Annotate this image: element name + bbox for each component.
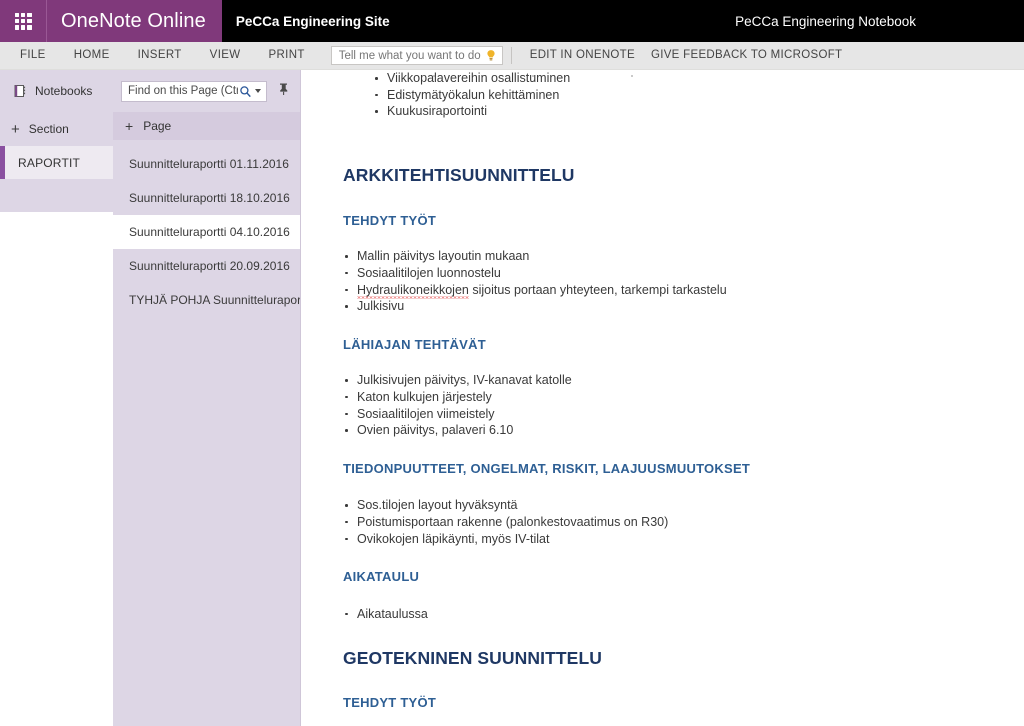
tab-home[interactable]: HOME xyxy=(60,42,124,69)
lightbulb-icon xyxy=(485,49,498,63)
list-item: Sos.tilojen layout hyväksyntä xyxy=(343,497,1024,514)
pages-pane: Find on this Page (Ctrl+ + Page Suunnitt… xyxy=(113,70,301,726)
list-item[interactable]: Suunnitteluraportti 20.09.2016 xyxy=(113,249,300,283)
sections-pane: Notebooks + Section RAPORTIT xyxy=(0,70,113,726)
tab-view[interactable]: VIEW xyxy=(196,42,255,69)
list-item: Poistumisportaan rakenne (palonkestovaat… xyxy=(343,514,1024,531)
pin-icon xyxy=(277,82,290,101)
list-item[interactable]: Suunnitteluraportti 18.10.2016 xyxy=(113,181,300,215)
workspace: Notebooks + Section RAPORTIT Find on thi… xyxy=(0,70,1024,726)
plus-icon: + xyxy=(11,120,20,138)
tab-print[interactable]: PRINT xyxy=(254,42,318,69)
bullet-list-tiedonpuutteet[interactable]: Sos.tilojen layout hyväksyntä Poistumisp… xyxy=(343,497,1024,547)
notebooks-button[interactable]: Notebooks xyxy=(0,70,113,112)
site-title: PeCCa Engineering Site xyxy=(235,13,390,29)
tell-me-input[interactable]: Tell me what you want to do xyxy=(330,46,503,65)
list-item: Aikataulussa xyxy=(343,606,1024,623)
find-on-page-input[interactable]: Find on this Page (Ctrl+ xyxy=(121,80,267,102)
list-item: Julkisivujen päivitys, IV-kanavat katoll… xyxy=(343,372,1024,389)
add-page-button[interactable]: + Page xyxy=(113,112,300,140)
page-list: Suunnitteluraportti 01.11.2016 Suunnitte… xyxy=(113,140,300,726)
page-label: TYHJÄ POHJA Suunnitteluraportti xyxy=(129,293,300,307)
give-feedback-link[interactable]: GIVE FEEDBACK TO MICROSOFT xyxy=(643,42,850,69)
find-placeholder: Find on this Page (Ctrl+ xyxy=(128,85,238,97)
subheading-tehdyt-tyot-2: TEHDYT TYÖT xyxy=(343,695,437,711)
list-item: Mallin päivitys layoutin mukaan xyxy=(343,248,1024,265)
sections-empty-area xyxy=(0,212,113,726)
ribbon-bar: FILE HOME INSERT VIEW PRINT Tell me what… xyxy=(0,42,1024,70)
search-icon xyxy=(238,84,252,98)
subheading-aikataulu: AIKATAULU xyxy=(343,569,420,585)
plus-icon: + xyxy=(125,118,134,134)
section-heading-arkkitehtisuunnittelu: ARKKITEHTISUUNNITTELU xyxy=(343,164,575,185)
subheading-tiedonpuutteet: TIEDONPUUTTEET, ONGELMAT, RISKIT, LAAJUU… xyxy=(343,460,751,476)
ribbon-divider xyxy=(510,47,512,64)
edit-in-onenote-link[interactable]: EDIT IN ONENOTE xyxy=(522,42,643,69)
list-item[interactable]: Suunnitteluraportti 01.11.2016 xyxy=(113,147,300,181)
notebook-title-area: PeCCa Engineering Notebook xyxy=(735,0,1024,42)
brand-title: OneNote Online xyxy=(61,9,206,32)
misspelled-word: Hydraulikoneikkojen xyxy=(357,282,469,297)
section-heading-geotekninen-suunnittelu: GEOTEKNINEN SUUNNITTELU xyxy=(343,648,602,669)
list-item: Kuukusiraportointi xyxy=(373,103,1024,120)
pages-search-row: Find on this Page (Ctrl+ xyxy=(113,70,300,112)
add-section-label: Section xyxy=(28,122,69,136)
site-link[interactable]: PeCCa Engineering Site xyxy=(221,0,404,42)
app-launcher-button[interactable] xyxy=(0,0,47,42)
clipped-bullet-list[interactable]: Viikkopalavereihin osallistuminen Edisty… xyxy=(373,70,1024,120)
page-label: Suunnitteluraportti 01.11.2016 xyxy=(129,157,289,171)
page-canvas[interactable]: Viikkopalavereihin osallistuminen Edisty… xyxy=(301,70,1024,726)
list-item: Katon kulkujen järjestely xyxy=(343,389,1024,406)
suite-bar: OneNote Online PeCCa Engineering Site Pe… xyxy=(0,0,1024,42)
subheading-lahiajan-tehtavat: LÄHIAJAN TEHTÄVÄT xyxy=(343,336,486,352)
subheading-tehdyt-tyot-1: TEHDYT TYÖT xyxy=(343,212,437,228)
notebook-title: PeCCa Engineering Notebook xyxy=(735,13,916,29)
page-label: Suunnitteluraportti 18.10.2016 xyxy=(129,191,290,205)
suite-bar-spacer xyxy=(403,0,736,42)
notebook-icon xyxy=(12,84,27,99)
chevron-down-icon[interactable] xyxy=(255,89,261,93)
page-label: Suunnitteluraportti 04.10.2016 xyxy=(129,225,290,239)
notebooks-label: Notebooks xyxy=(35,84,93,98)
list-item: Hydraulikoneikkojen sijoitus portaan yht… xyxy=(343,282,1024,299)
bullet-list-aikataulu[interactable]: Aikataulussa xyxy=(343,606,1024,623)
list-item: Sosiaalitilojen viimeistely xyxy=(343,406,1024,423)
brand-link[interactable]: OneNote Online xyxy=(47,0,222,42)
pin-pages-button[interactable] xyxy=(272,80,294,102)
list-item: Ovikokojen läpikäynti, myös IV-tilat xyxy=(343,531,1024,548)
page-label: Suunnitteluraportti 20.09.2016 xyxy=(129,259,290,273)
tab-file[interactable]: FILE xyxy=(14,42,60,69)
app-launcher-waffle-icon xyxy=(14,12,32,30)
list-item: Julkisivu xyxy=(343,298,1024,315)
tab-insert[interactable]: INSERT xyxy=(124,42,196,69)
list-item[interactable]: Suunnitteluraportti 04.10.2016 xyxy=(113,215,300,249)
list-item-rest: sijoitus portaan yhteyteen, tarkempi tar… xyxy=(468,282,727,297)
list-item: Ovien päivitys, palaveri 6.10 xyxy=(343,422,1024,439)
list-item: Sosiaalitilojen luonnostelu xyxy=(343,265,1024,282)
section-label: RAPORTIT xyxy=(18,155,81,170)
add-page-label: Page xyxy=(143,119,172,133)
bullet-list-lahiajan-tehtavat[interactable]: Julkisivujen päivitys, IV-kanavat katoll… xyxy=(343,372,1024,438)
add-section-button[interactable]: + Section xyxy=(0,112,113,146)
tell-me-placeholder: Tell me what you want to do xyxy=(338,49,481,62)
sidebar-item-raportit[interactable]: RAPORTIT xyxy=(0,146,113,179)
list-item: Edistymätyökalun kehittäminen xyxy=(373,87,1024,104)
list-item[interactable]: TYHJÄ POHJA Suunnitteluraportti xyxy=(113,283,300,317)
bullet-list-tehdyt-tyot-1[interactable]: Mallin päivitys layoutin mukaan Sosiaali… xyxy=(343,248,1024,314)
list-item: Viikkopalavereihin osallistuminen xyxy=(373,70,1024,87)
